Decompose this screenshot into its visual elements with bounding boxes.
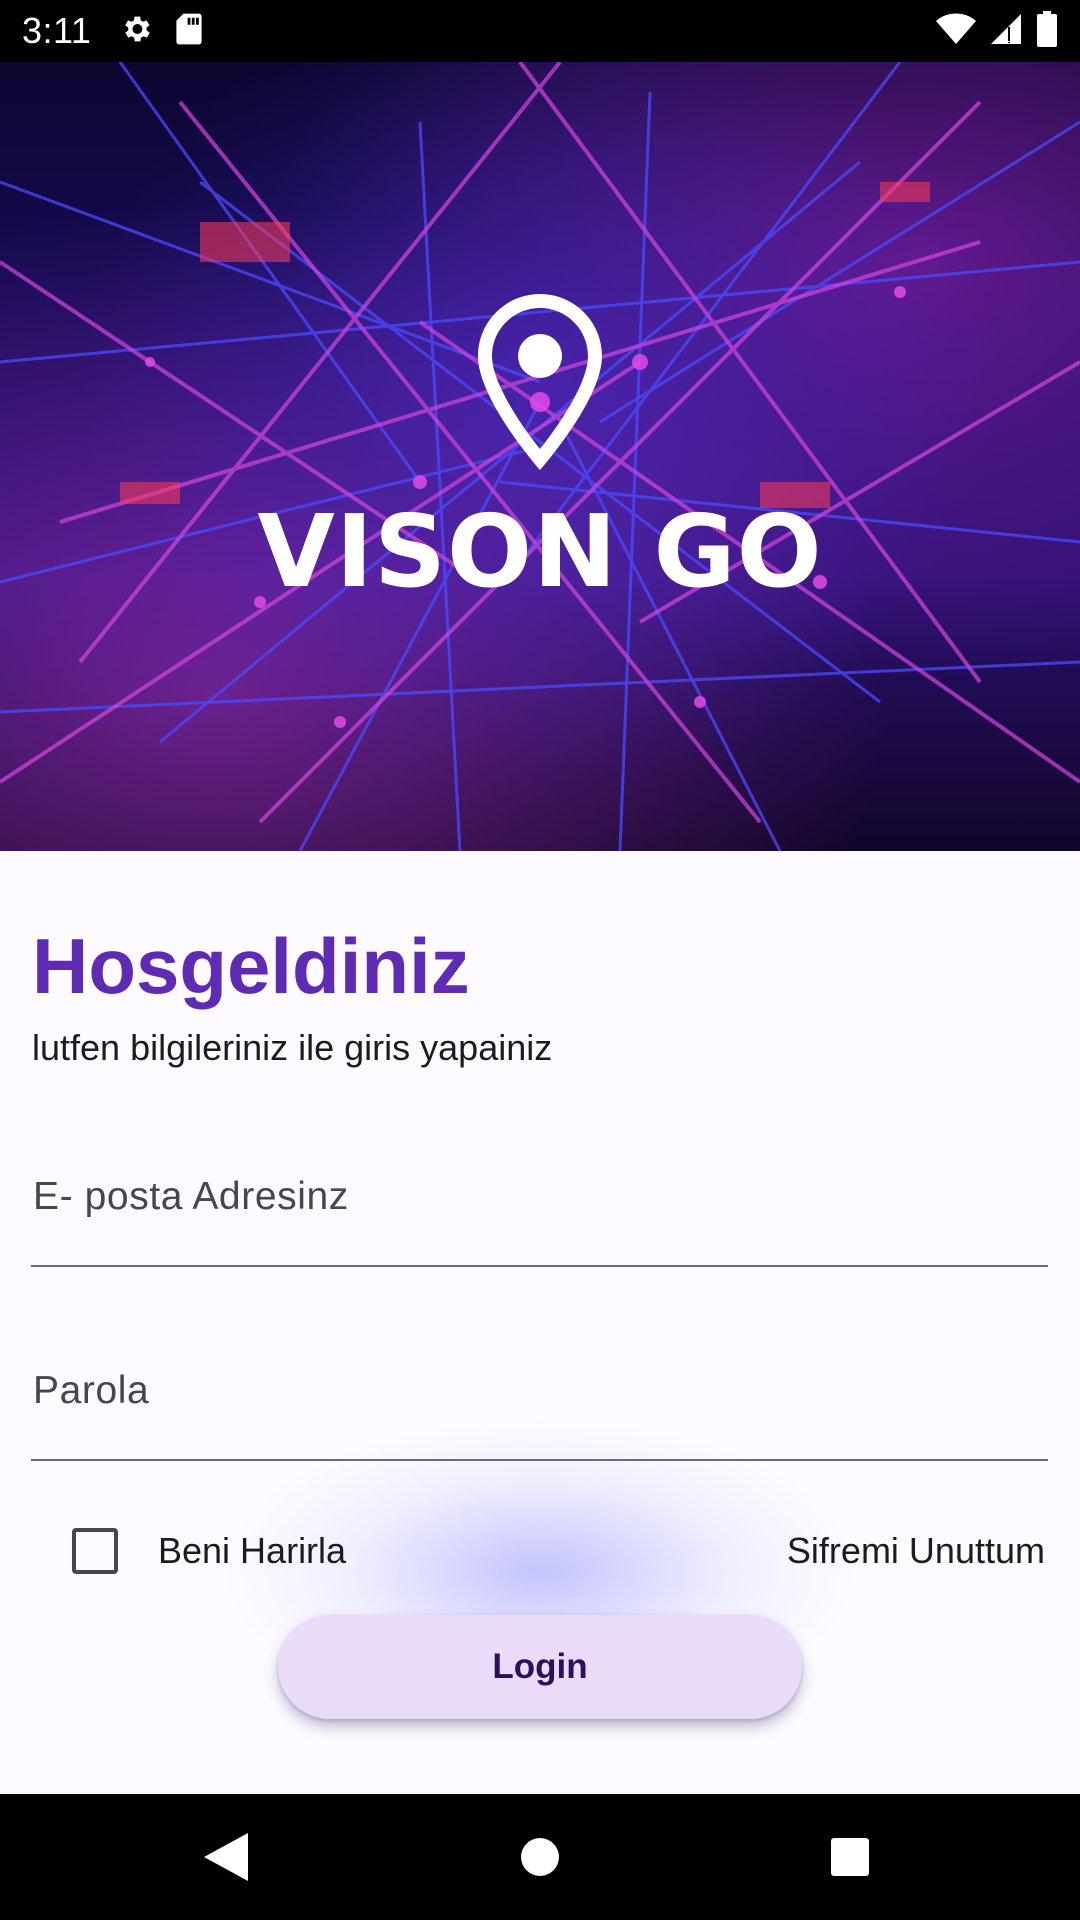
login-button[interactable]: Login [278,1615,802,1719]
back-icon[interactable] [190,1794,262,1920]
recents-icon[interactable] [814,1794,886,1920]
email-field [31,1137,1048,1267]
remember-label: Beni Harirla [158,1530,347,1571]
battery-icon [1036,10,1058,52]
wifi-icon [936,13,976,50]
signal-icon [990,13,1022,50]
login-screen: 3:11 VISON GO Hosgeldiniz lutfen bilgile… [0,0,1080,1920]
remember-checkbox[interactable] [72,1528,118,1574]
password-input[interactable] [33,1331,1033,1451]
page-subtitle: lutfen bilgileriniz ile giris yapainiz [32,1027,553,1068]
home-icon[interactable] [504,1794,576,1920]
page-title: Hosgeldiniz [32,922,470,1010]
brand-block: VISON GO [0,62,1080,851]
status-bar: 3:11 [0,0,1080,62]
location-pin-icon [478,294,602,475]
gear-icon [119,12,153,51]
status-time: 3:11 [22,10,92,51]
remember-row: Beni Harirla Sifremi Unuttum [0,1522,1080,1582]
password-field [31,1331,1048,1461]
forgot-password-link[interactable]: Sifremi Unuttum [787,1530,1045,1572]
navigation-bar [0,1794,1080,1920]
email-input[interactable] [33,1137,1033,1257]
sd-card-icon [175,12,203,51]
hero-banner: VISON GO [0,62,1080,851]
brand-name: VISON GO [257,493,823,610]
